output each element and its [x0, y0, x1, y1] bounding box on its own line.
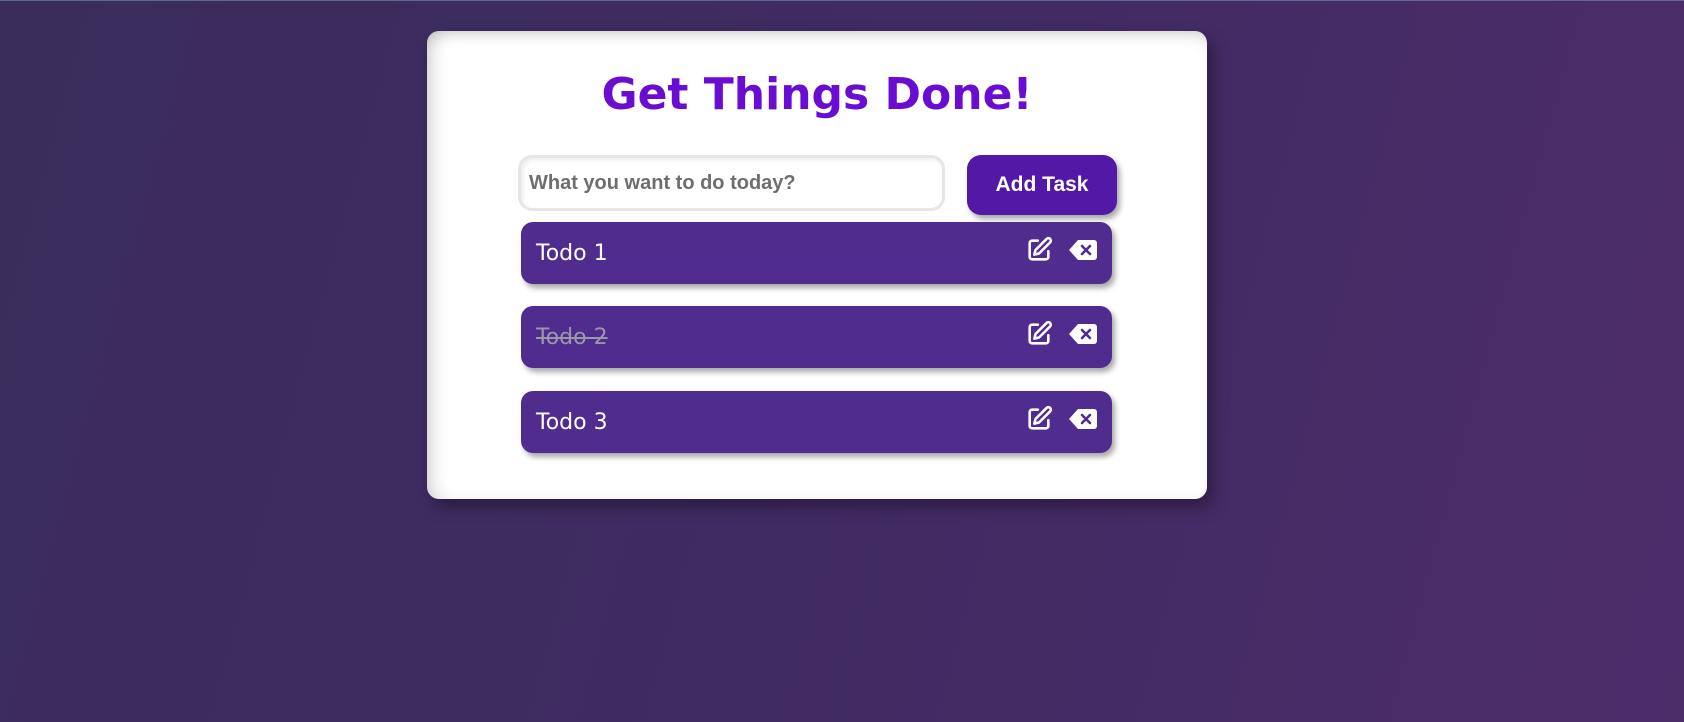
window-top-border	[0, 0, 1684, 1]
delete-left-icon[interactable]	[1068, 239, 1098, 261]
todo-item[interactable]: Todo 2	[521, 306, 1112, 368]
task-input[interactable]	[518, 155, 945, 211]
todo-item[interactable]: Todo 1	[521, 222, 1112, 284]
todo-text[interactable]: Todo 3	[536, 391, 608, 455]
todo-text[interactable]: Todo 1	[536, 222, 608, 286]
delete-left-icon[interactable]	[1068, 408, 1098, 430]
pen-to-square-icon[interactable]	[1025, 405, 1053, 433]
todo-item[interactable]: Todo 3	[521, 391, 1112, 453]
todo-card: Get Things Done! Add Task Todo 1 Todo 2	[427, 31, 1207, 499]
pen-to-square-icon[interactable]	[1025, 236, 1053, 264]
pen-to-square-icon[interactable]	[1025, 320, 1053, 348]
page-title: Get Things Done!	[601, 69, 1033, 120]
delete-left-icon[interactable]	[1068, 323, 1098, 345]
add-task-button[interactable]: Add Task	[967, 155, 1117, 215]
todo-text-completed[interactable]: Todo 2	[536, 306, 608, 370]
